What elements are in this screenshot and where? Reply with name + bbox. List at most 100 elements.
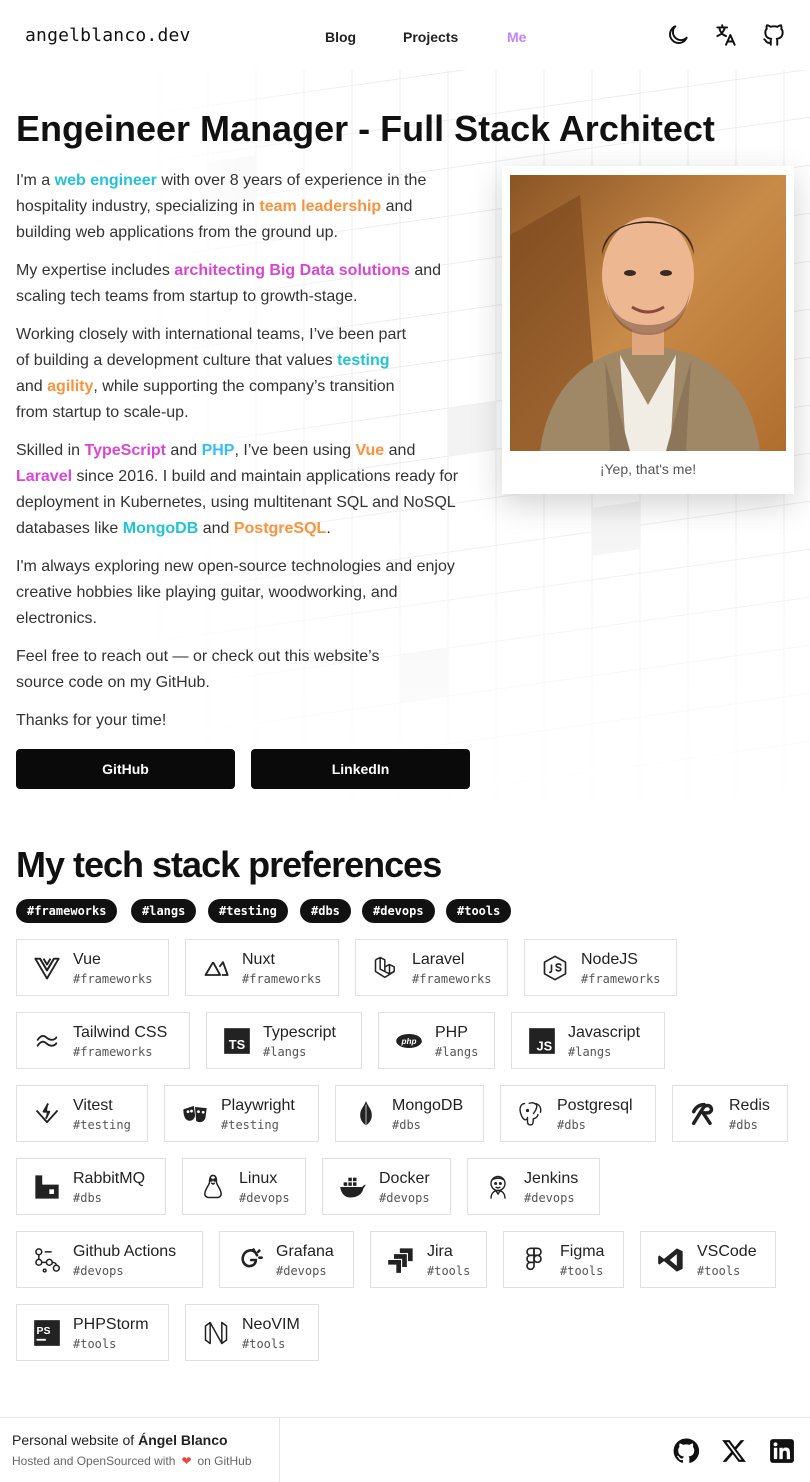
x-icon[interactable] xyxy=(721,1438,747,1464)
tech-card-laravel[interactable]: Laravel #frameworks xyxy=(355,939,508,996)
neovim-icon xyxy=(202,1319,230,1347)
tech-name: Tailwind CSS xyxy=(73,1024,168,1041)
github-icon[interactable] xyxy=(761,22,787,48)
text: Skilled in xyxy=(16,442,85,459)
tech-tag: #frameworks xyxy=(73,1045,153,1059)
tech-card-php[interactable]: php PHP #langs xyxy=(378,1012,495,1069)
tech-card-mongodb[interactable]: MongoDB #dbs xyxy=(335,1085,484,1142)
vue-icon xyxy=(33,954,61,982)
php-icon: php xyxy=(395,1027,423,1055)
nav-blog[interactable]: Blog xyxy=(325,29,356,45)
tech-card-javascript[interactable]: JS Javascript #langs xyxy=(511,1012,665,1069)
rabbitmq-icon xyxy=(33,1173,61,1201)
nav-me[interactable]: Me xyxy=(507,29,526,45)
redis-icon xyxy=(689,1100,717,1128)
tech-card-vue[interactable]: Vue #frameworks xyxy=(16,939,169,996)
tech-name: Laravel xyxy=(412,951,465,968)
tailwind-icon xyxy=(33,1027,61,1055)
github-icon[interactable] xyxy=(673,1438,700,1464)
tech-card-grafana[interactable]: Grafana #devops xyxy=(219,1231,354,1288)
site-footer: Personal website of Ángel Blanco Hosted … xyxy=(0,1417,810,1482)
playwright-icon xyxy=(181,1100,209,1128)
tag-langs[interactable]: #langs xyxy=(131,899,197,923)
bio-paragraph: Working closely with international teams… xyxy=(16,322,466,426)
highlight: architecting Big Data solutions xyxy=(174,262,410,279)
linkedin-icon[interactable] xyxy=(769,1438,795,1464)
highlight: MongoDB xyxy=(122,520,199,537)
tech-tag: #frameworks xyxy=(73,972,153,986)
tech-card-nodejs[interactable]: NodeJS #frameworks xyxy=(524,939,677,996)
svg-text:JS: JS xyxy=(536,1038,552,1053)
tech-card-vscode[interactable]: VSCode #tools xyxy=(640,1231,776,1288)
tag-testing[interactable]: #testing xyxy=(208,899,288,923)
tech-card-figma[interactable]: Figma #tools xyxy=(503,1231,624,1288)
moon-icon[interactable] xyxy=(665,22,691,48)
tech-card-neovim[interactable]: NeoVIM #tools xyxy=(185,1304,319,1361)
nav-projects[interactable]: Projects xyxy=(403,29,458,45)
tech-name: Figma xyxy=(560,1243,605,1260)
text: I'm a xyxy=(16,172,55,189)
text[interactable]: on GitHub xyxy=(198,1454,252,1468)
nuxt-icon xyxy=(202,954,230,982)
tech-card-rabbitmq[interactable]: RabbitMQ #dbs xyxy=(16,1158,166,1215)
profile-photo-card: ¡Yep, that's me! xyxy=(502,166,794,494)
jira-icon xyxy=(387,1246,415,1274)
tech-tag: #testing xyxy=(73,1118,131,1132)
highlight: Vue xyxy=(355,442,385,459)
tech-tag: #tools xyxy=(427,1264,471,1278)
tag-dbs[interactable]: #dbs xyxy=(300,899,351,923)
svg-text:PS: PS xyxy=(37,1325,51,1337)
tech-name: Jenkins xyxy=(524,1170,579,1187)
tag-tools[interactable]: #tools xyxy=(446,899,512,923)
jenkins-icon xyxy=(484,1173,512,1201)
tech-card-jenkins[interactable]: Jenkins #devops xyxy=(467,1158,600,1215)
tag-frameworks[interactable]: #frameworks xyxy=(16,899,118,923)
vscode-icon xyxy=(657,1246,685,1274)
highlight: agility xyxy=(47,378,94,395)
bio-paragraph: Feel free to reach out — or check out th… xyxy=(16,648,380,691)
tech-tag: #tools xyxy=(242,1337,286,1351)
tech-name: Postgresql xyxy=(557,1097,633,1114)
translate-icon[interactable] xyxy=(713,22,739,48)
github-button[interactable]: GitHub xyxy=(16,749,235,789)
laravel-icon xyxy=(372,954,400,982)
tech-card-jira[interactable]: Jira #tools xyxy=(370,1231,487,1288)
tech-name: Docker xyxy=(379,1170,430,1187)
tech-tag: #frameworks xyxy=(242,972,322,986)
tech-name: Redis xyxy=(729,1097,770,1114)
tech-card-postgresql[interactable]: Postgresql #dbs xyxy=(500,1085,656,1142)
tech-card-docker[interactable]: Docker #devops xyxy=(322,1158,451,1215)
tech-tag: #langs xyxy=(435,1045,479,1059)
tech-name: Nuxt xyxy=(242,951,275,968)
text: Personal website of xyxy=(12,1432,139,1448)
tech-card-phpstorm[interactable]: PS PHPStorm #tools xyxy=(16,1304,169,1361)
tech-card-redis[interactable]: Redis #dbs xyxy=(672,1085,788,1142)
tech-card-typescript[interactable]: TS Typescript #langs xyxy=(206,1012,362,1069)
text: My expertise includes xyxy=(16,262,175,279)
tech-tag: #dbs xyxy=(557,1118,586,1132)
linkedin-button[interactable]: LinkedIn xyxy=(251,749,470,789)
tech-card-github-actions[interactable]: Github Actions #devops xyxy=(16,1231,203,1288)
photo-caption: ¡Yep, that's me! xyxy=(599,461,697,477)
tech-name: Github Actions xyxy=(73,1243,177,1260)
tech-card-linux[interactable]: Linux #devops xyxy=(182,1158,306,1215)
tag-devops[interactable]: #devops xyxy=(362,899,435,923)
text: and xyxy=(384,442,416,459)
javascript-icon: JS xyxy=(528,1027,556,1055)
tech-name: PHP xyxy=(435,1024,468,1041)
tech-tag: #langs xyxy=(263,1045,307,1059)
tech-name: Javascript xyxy=(568,1024,641,1041)
tech-card-playwright[interactable]: Playwright #testing xyxy=(164,1085,319,1142)
author-name[interactable]: Ángel Blanco xyxy=(138,1432,227,1448)
tech-tag: #frameworks xyxy=(412,972,492,986)
tech-card-vitest[interactable]: Vitest #testing xyxy=(16,1085,148,1142)
tech-card-tailwind[interactable]: Tailwind CSS #frameworks xyxy=(16,1012,190,1069)
docker-icon xyxy=(339,1173,367,1201)
text: and xyxy=(165,442,202,459)
linux-icon xyxy=(199,1173,227,1201)
tech-name: VSCode xyxy=(697,1243,757,1260)
bio-paragraph: Thanks for your time! xyxy=(16,712,167,729)
tech-card-nuxt[interactable]: Nuxt #frameworks xyxy=(185,939,339,996)
site-logo[interactable]: angelblanco.dev xyxy=(25,25,191,46)
highlight: PHP xyxy=(201,442,235,459)
